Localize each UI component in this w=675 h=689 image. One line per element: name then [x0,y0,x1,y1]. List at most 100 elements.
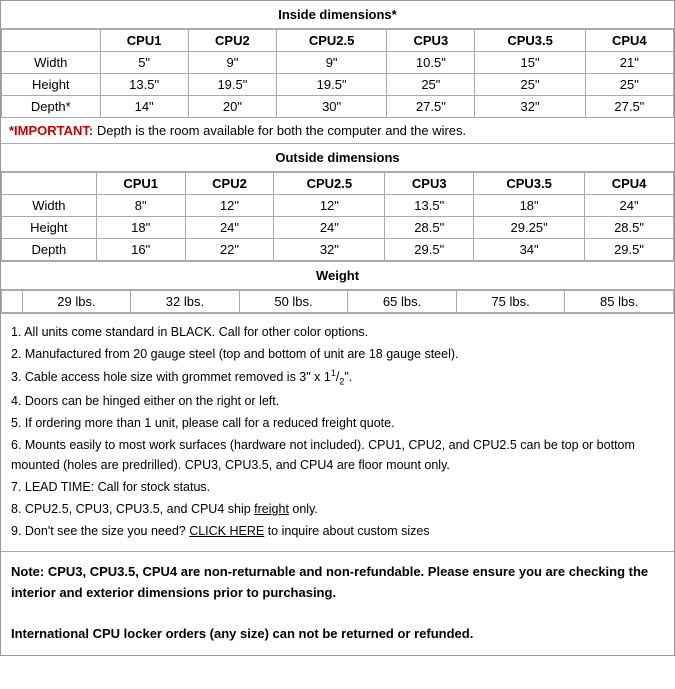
outside-dimensions-table: CPU1 CPU2 CPU2.5 CPU3 CPU3.5 CPU4 Width … [1,172,674,261]
inside-width-label: Width [2,52,101,74]
outside-depth-label: Depth [2,239,97,261]
outside-col-cpu3: CPU3 [385,173,474,195]
bold-note-1: Note: CPU3, CPU3.5, CPU4 are non-returna… [11,562,664,604]
inside-depth-cpu1: 14" [100,96,188,118]
inside-depth-cpu25: 30" [277,96,387,118]
bold-note-2: International CPU locker orders (any siz… [11,624,664,645]
outside-depth-cpu1: 16" [96,239,185,261]
note-9: 9. Don't see the size you need? CLICK HE… [11,521,664,541]
outside-dimensions-section: Outside dimensions CPU1 CPU2 CPU2.5 CPU3… [1,143,674,261]
inside-height-cpu4: 25" [585,74,673,96]
weight-section: Weight 29 lbs. 32 lbs. 50 lbs. 65 lbs. 7… [1,261,674,313]
outside-col-cpu1: CPU1 [96,173,185,195]
outside-depth-row: Depth 16" 22" 32" 29.5" 34" 29.5" [2,239,674,261]
weight-cpu25: 50 lbs. [239,291,348,313]
weight-table-wrapper: 29 lbs. 32 lbs. 50 lbs. 65 lbs. 75 lbs. … [1,289,674,313]
outside-col-cpu2: CPU2 [185,173,274,195]
inside-height-cpu2: 19.5" [188,74,276,96]
outside-width-cpu25: 12" [274,195,385,217]
outside-height-cpu2: 24" [185,217,274,239]
weight-empty [2,291,23,313]
inside-height-row: Height 13.5" 19.5" 19.5" 25" 25" 25" [2,74,674,96]
outside-depth-cpu4: 29.5" [585,239,674,261]
weight-cpu2: 32 lbs. [131,291,240,313]
main-container: Inside dimensions* CPU1 CPU2 CPU2.5 CPU3… [0,0,675,656]
outside-height-cpu35: 29.25" [474,217,585,239]
inside-height-cpu25: 19.5" [277,74,387,96]
inside-height-cpu35: 25" [475,74,585,96]
outside-width-cpu3: 13.5" [385,195,474,217]
inside-col-cpu3: CPU3 [387,30,475,52]
outside-height-cpu1: 18" [96,217,185,239]
outside-width-cpu1: 8" [96,195,185,217]
click-here-link[interactable]: CLICK HERE [189,524,264,538]
outside-depth-cpu25: 32" [274,239,385,261]
inside-width-cpu35: 15" [475,52,585,74]
inside-col-cpu35: CPU3.5 [475,30,585,52]
inside-depth-cpu3: 27.5" [387,96,475,118]
weight-title: Weight [1,262,674,289]
inside-col-cpu25: CPU2.5 [277,30,387,52]
outside-height-label: Height [2,217,97,239]
weight-cpu4: 85 lbs. [565,291,674,313]
outside-col-empty [2,173,97,195]
note-7: 7. LEAD TIME: Call for stock status. [11,477,664,497]
outside-width-cpu2: 12" [185,195,274,217]
outside-depth-cpu35: 34" [474,239,585,261]
inside-depth-cpu2: 20" [188,96,276,118]
inside-col-empty [2,30,101,52]
weight-cpu35: 75 lbs. [456,291,565,313]
outside-dimensions-title: Outside dimensions [1,144,674,171]
outside-width-cpu35: 18" [474,195,585,217]
outside-col-cpu35: CPU3.5 [474,173,585,195]
outside-width-row: Width 8" 12" 12" 13.5" 18" 24" [2,195,674,217]
inside-height-label: Height [2,74,101,96]
note-5: 5. If ordering more than 1 unit, please … [11,413,664,433]
outside-height-cpu4: 28.5" [585,217,674,239]
important-label: *IMPORTANT: [9,123,93,138]
freight-underline: freight [254,502,289,516]
outside-width-label: Width [2,195,97,217]
outside-dimensions-table-wrapper: CPU1 CPU2 CPU2.5 CPU3 CPU3.5 CPU4 Width … [1,171,674,261]
bold-notes-section: Note: CPU3, CPU3.5, CPU4 are non-returna… [1,551,674,655]
outside-height-cpu25: 24" [274,217,385,239]
inside-depth-row: Depth* 14" 20" 30" 27.5" 32" 27.5" [2,96,674,118]
inside-dimensions-section: Inside dimensions* CPU1 CPU2 CPU2.5 CPU3… [1,1,674,143]
inside-width-cpu2: 9" [188,52,276,74]
note-6: 6. Mounts easily to most work surfaces (… [11,435,664,475]
important-text: Depth is the room available for both the… [97,123,466,138]
inside-header-row: CPU1 CPU2 CPU2.5 CPU3 CPU3.5 CPU4 [2,30,674,52]
inside-dimensions-table: CPU1 CPU2 CPU2.5 CPU3 CPU3.5 CPU4 Width … [1,29,674,118]
notes-section: 1. All units come standard in BLACK. Cal… [1,313,674,551]
inside-width-cpu4: 21" [585,52,673,74]
note-3: 3. Cable access hole size with grommet r… [11,366,664,389]
inside-width-cpu3: 10.5" [387,52,475,74]
weight-row: 29 lbs. 32 lbs. 50 lbs. 65 lbs. 75 lbs. … [2,291,674,313]
inside-width-cpu1: 5" [100,52,188,74]
inside-col-cpu4: CPU4 [585,30,673,52]
outside-height-cpu3: 28.5" [385,217,474,239]
outside-col-cpu25: CPU2.5 [274,173,385,195]
weight-cpu3: 65 lbs. [348,291,457,313]
outside-col-cpu4: CPU4 [585,173,674,195]
inside-col-cpu1: CPU1 [100,30,188,52]
inside-depth-cpu35: 32" [475,96,585,118]
inside-dimensions-table-wrapper: CPU1 CPU2 CPU2.5 CPU3 CPU3.5 CPU4 Width … [1,28,674,118]
weight-table: 29 lbs. 32 lbs. 50 lbs. 65 lbs. 75 lbs. … [1,290,674,313]
outside-height-row: Height 18" 24" 24" 28.5" 29.25" 28.5" [2,217,674,239]
note-4: 4. Doors can be hinged either on the rig… [11,391,664,411]
outside-depth-cpu3: 29.5" [385,239,474,261]
inside-width-cpu25: 9" [277,52,387,74]
outside-depth-cpu2: 22" [185,239,274,261]
note-1: 1. All units come standard in BLACK. Cal… [11,322,664,342]
weight-cpu1: 29 lbs. [22,291,131,313]
note-2: 2. Manufactured from 20 gauge steel (top… [11,344,664,364]
inside-depth-label: Depth* [2,96,101,118]
inside-height-cpu3: 25" [387,74,475,96]
note-8: 8. CPU2.5, CPU3, CPU3.5, and CPU4 ship f… [11,499,664,519]
outside-width-cpu4: 24" [585,195,674,217]
outside-header-row: CPU1 CPU2 CPU2.5 CPU3 CPU3.5 CPU4 [2,173,674,195]
important-note: *IMPORTANT: Depth is the room available … [1,118,674,143]
inside-depth-cpu4: 27.5" [585,96,673,118]
inside-col-cpu2: CPU2 [188,30,276,52]
